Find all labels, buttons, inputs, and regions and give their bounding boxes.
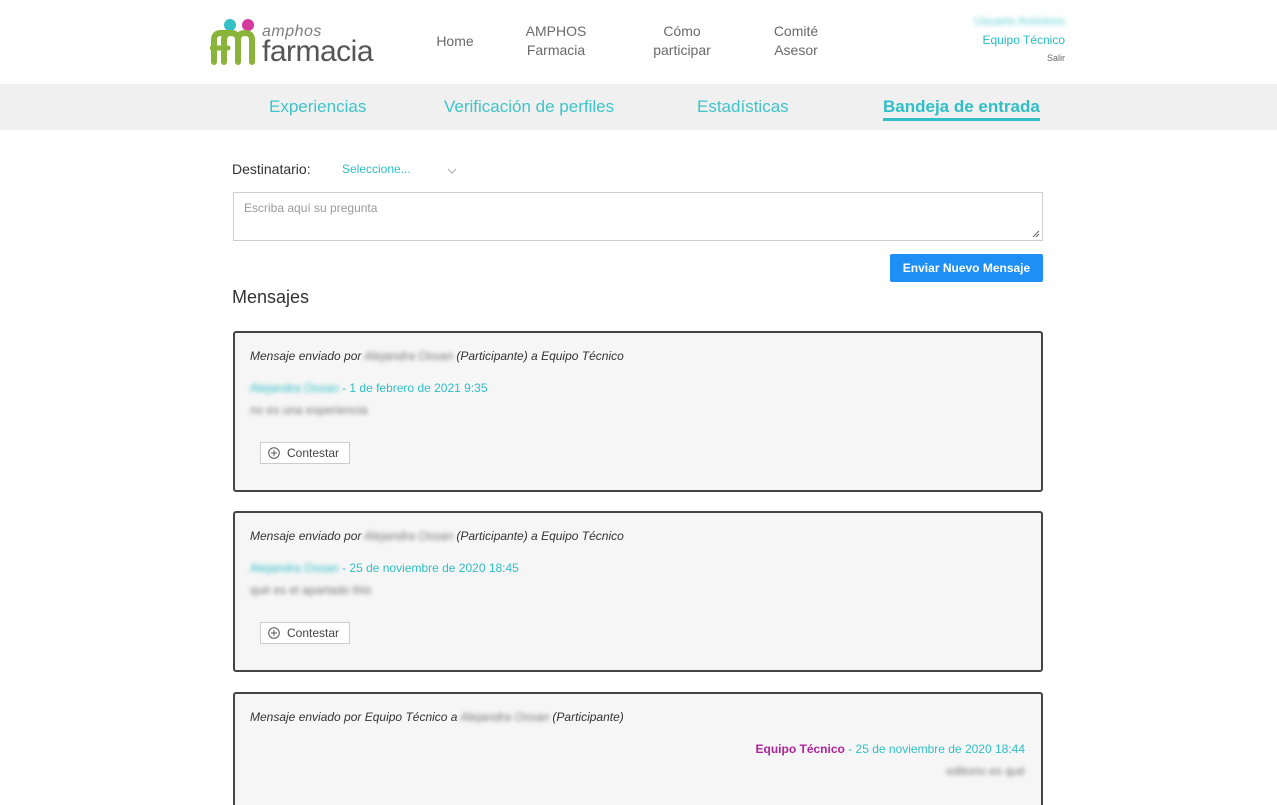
message-date: - 25 de noviembre de 2020 18:44 — [848, 742, 1025, 756]
send-new-message-button[interactable]: Enviar Nuevo Mensaje — [890, 254, 1043, 282]
user-name: Usuario Anónimo — [973, 14, 1065, 28]
message-header: Mensaje enviado por Alejandra Ossan (Par… — [250, 529, 624, 543]
user-panel: Usuario Anónimo Equipo Técnico Salir — [974, 14, 1065, 63]
plus-circle-icon — [268, 447, 280, 459]
tab-verificacion-perfiles[interactable]: Verificación de perfiles — [444, 97, 614, 117]
user-role: Equipo Técnico — [982, 33, 1066, 47]
message-card: Mensaje enviado por Alejandra Ossan (Par… — [233, 511, 1043, 672]
message-sender: Alejandra Ossan — [364, 529, 454, 543]
message-body: qué es el apartado this — [250, 583, 372, 597]
question-placeholder: Escriba aquí su pregunta — [244, 201, 378, 215]
recipient-label: Destinatario: — [232, 161, 311, 177]
section-tabs: Experiencias Verificación de perfiles Es… — [0, 84, 1277, 130]
message-header: Mensaje enviado por Equipo Técnico a Ale… — [250, 710, 624, 724]
reply-label: Contestar — [287, 626, 340, 640]
message-body: no es una experiencia — [250, 403, 368, 417]
message-date: - 1 de febrero de 2021 9:35 — [342, 381, 488, 395]
message-recipient: Alejandra Ossan — [460, 710, 550, 724]
message-header: Mensaje enviado por Alejandra Ossan (Par… — [250, 349, 624, 363]
message-meta: Alejandra Ossan - 1 de febrero de 2021 9… — [250, 381, 488, 395]
message-prefix: Mensaje enviado por Equipo Técnico a — [250, 710, 458, 724]
message-meta: Alejandra Ossan - 25 de noviembre de 202… — [250, 561, 519, 575]
recipient-select-value: Seleccione... — [342, 162, 411, 176]
message-body: editorio es qué — [946, 764, 1025, 778]
reply-button[interactable]: Contestar — [260, 442, 350, 464]
amphos-farmacia-logo[interactable]: amphos farmacia — [210, 16, 380, 68]
message-date: - 25 de noviembre de 2020 18:45 — [342, 561, 519, 575]
nav-comite-asesor[interactable]: Comité Asesor — [762, 22, 830, 60]
nav-home[interactable]: Home — [430, 32, 480, 51]
message-role: (Participante) a Equipo Técnico — [456, 349, 624, 363]
message-prefix: Mensaje enviado por — [250, 529, 362, 543]
message-author: Alejandra Ossan — [250, 381, 339, 395]
message-role: (Participante) a Equipo Técnico — [456, 529, 624, 543]
logo-mark-icon — [210, 19, 255, 65]
resize-handle-icon[interactable] — [1032, 230, 1040, 238]
message-card: Mensaje enviado por Alejandra Ossan (Par… — [233, 331, 1043, 492]
message-author: Alejandra Ossan — [250, 561, 339, 575]
tab-experiencias[interactable]: Experiencias — [269, 97, 366, 117]
message-prefix: Mensaje enviado por — [250, 349, 362, 363]
message-sender: Alejandra Ossan — [364, 349, 454, 363]
message-meta: Equipo Técnico - 25 de noviembre de 2020… — [756, 742, 1025, 756]
recipient-select[interactable]: Seleccione... — [342, 162, 460, 178]
site-header: amphos farmacia Home AMPHOS Farmacia Cóm… — [0, 0, 1277, 84]
nav-amphos-farmacia[interactable]: AMPHOS Farmacia — [520, 22, 592, 60]
messages-heading: Mensajes — [232, 287, 310, 307]
reply-label: Contestar — [287, 446, 340, 460]
question-textarea[interactable]: Escriba aquí su pregunta — [233, 192, 1043, 241]
message-author: Equipo Técnico — [755, 742, 845, 756]
message-card: Mensaje enviado por Equipo Técnico a Ale… — [233, 692, 1043, 805]
chevron-down-icon — [447, 168, 457, 174]
tab-estadisticas[interactable]: Estadísticas — [697, 97, 789, 117]
logout-link[interactable]: Salir — [974, 53, 1065, 63]
plus-circle-icon — [268, 627, 280, 639]
tab-bandeja-entrada[interactable]: Bandeja de entrada — [883, 97, 1040, 121]
nav-como-participar[interactable]: Cómo participar — [646, 22, 718, 60]
message-role: (Participante) — [552, 710, 624, 724]
reply-button[interactable]: Contestar — [260, 622, 350, 644]
logo-text-farmacia: farmacia — [262, 35, 374, 68]
